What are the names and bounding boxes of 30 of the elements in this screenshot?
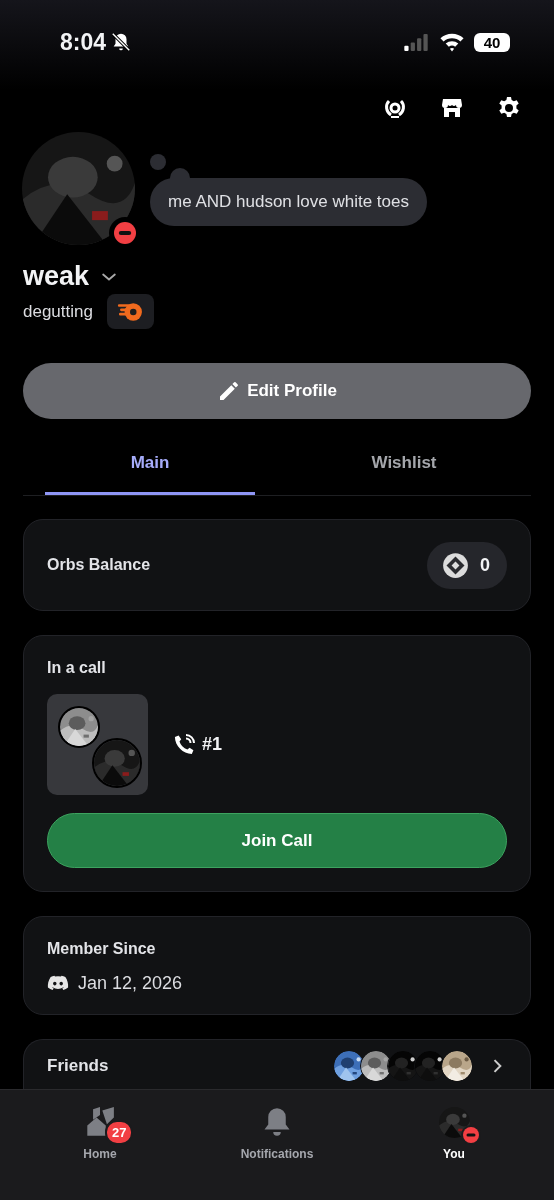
member-since-date: Jan 12, 2026 xyxy=(78,972,183,994)
member-since-title: Member Since xyxy=(47,940,156,957)
nav-tab[interactable]: Notifications xyxy=(207,1090,347,1200)
nav-tab[interactable]: 27 Home xyxy=(30,1090,170,1200)
notification-count: 27 xyxy=(105,1120,134,1145)
status-bubble: me AND hudson love white toes xyxy=(150,178,427,226)
bell-icon xyxy=(262,1107,292,1137)
nav-tab[interactable]: You xyxy=(384,1090,524,1200)
muted-bell-icon xyxy=(110,31,133,53)
edit-profile-button[interactable]: Edit Profile xyxy=(23,363,531,419)
orb-icon xyxy=(442,551,469,579)
friends-card[interactable]: Friends xyxy=(23,1039,531,1089)
orbs-balance-pill[interactable]: 0 xyxy=(427,541,507,589)
display-name: weak xyxy=(23,261,90,292)
channel-name: #1 xyxy=(202,734,223,755)
orbs-label: Orbs Balance xyxy=(47,556,151,574)
shop-icon[interactable] xyxy=(440,96,464,120)
join-call-button[interactable]: Join Call xyxy=(47,813,507,868)
thought-dot xyxy=(150,154,166,170)
call-title: In a call xyxy=(47,659,106,677)
username: degutting xyxy=(23,301,93,322)
friends-title: Friends xyxy=(47,1055,109,1076)
tab[interactable]: Wishlist xyxy=(277,433,531,495)
clock-time: 8:04 xyxy=(60,28,107,56)
wifi-icon xyxy=(439,32,465,52)
tab[interactable]: Main xyxy=(23,433,277,495)
battery-percentage: 40 xyxy=(483,33,501,51)
settings-icon[interactable] xyxy=(497,96,521,120)
signal-icon xyxy=(402,33,430,51)
phone-call-icon xyxy=(172,732,196,757)
